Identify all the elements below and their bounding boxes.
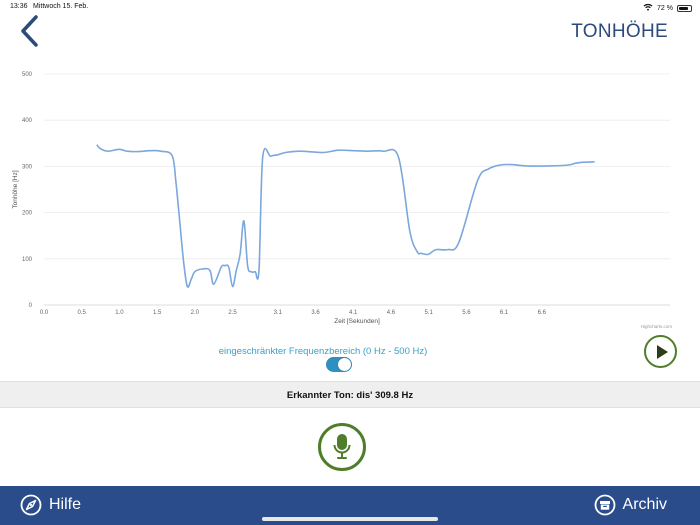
archive-label: Archiv bbox=[622, 496, 667, 513]
help-label: Hilfe bbox=[49, 496, 82, 513]
x-tick-label: 4.1 bbox=[349, 310, 358, 316]
status-date: Mittwoch 15. Feb. bbox=[33, 3, 89, 10]
x-tick-label: 3.1 bbox=[274, 310, 283, 316]
status-bar: 13:36 Mittwoch 15. Feb. 72 % bbox=[0, 0, 700, 14]
y-tick-label: 0 bbox=[29, 303, 33, 309]
battery-label: 72 % bbox=[657, 4, 673, 12]
frequency-range-label: eingeschränkter Frequenzbereich (0 Hz - … bbox=[218, 346, 428, 357]
x-axis-ticks: 0.0 0.5 1.0 1.5 2.0 2.5 3.1 3.6 4.1 4.6 5.1 5.6 6.1 6… bbox=[40, 310, 547, 316]
back-button[interactable] bbox=[16, 14, 46, 50]
record-button[interactable] bbox=[318, 423, 366, 471]
x-tick-label: 1.0 bbox=[115, 310, 124, 316]
x-tick-label: 2.5 bbox=[228, 310, 237, 316]
chart-credits: Highcharts.com bbox=[641, 324, 673, 329]
x-tick-label: 4.6 bbox=[387, 310, 396, 316]
x-tick-label: 0.0 bbox=[40, 310, 49, 316]
play-icon bbox=[657, 345, 668, 359]
chevron-left-icon bbox=[21, 15, 38, 47]
wifi-icon bbox=[643, 3, 653, 13]
status-time: 13:36 bbox=[10, 3, 28, 10]
microphone-icon bbox=[333, 434, 351, 459]
x-tick-label: 0.5 bbox=[78, 310, 87, 316]
archive-button[interactable]: Archiv bbox=[594, 494, 667, 516]
chart-grid bbox=[44, 73, 670, 306]
detected-tone-text: Erkannter Ton: dis' 309.8 Hz bbox=[286, 390, 414, 401]
x-tick-label: 2.0 bbox=[191, 310, 200, 316]
y-tick-label: 400 bbox=[22, 118, 33, 124]
x-tick-label: 5.1 bbox=[424, 310, 433, 316]
y-tick-label: 200 bbox=[22, 211, 33, 217]
x-tick-label: 1.5 bbox=[153, 310, 162, 316]
home-indicator bbox=[262, 517, 438, 521]
archive-icon bbox=[594, 494, 615, 516]
toggle-knob bbox=[338, 358, 351, 371]
status-right: 72 % bbox=[643, 3, 692, 13]
help-button[interactable]: Hilfe bbox=[20, 494, 81, 516]
x-tick-label: 5.6 bbox=[462, 310, 471, 316]
x-tick-label: 3.6 bbox=[311, 310, 320, 316]
y-tick-label: 500 bbox=[22, 72, 33, 78]
detected-tone-bar: Erkannter Ton: dis' 309.8 Hz bbox=[0, 381, 700, 408]
battery-icon bbox=[677, 4, 692, 12]
y-tick-label: 300 bbox=[22, 164, 33, 170]
y-axis-ticks: 0 100 200 300 400 500 bbox=[22, 72, 33, 309]
y-axis-label: Tonhöhe [Hz] bbox=[12, 170, 19, 208]
y-tick-label: 100 bbox=[22, 257, 33, 263]
x-tick-label: 6.6 bbox=[538, 310, 547, 316]
pitch-chart: 0 100 200 300 400 500 0.0 0.5 1.0 1.5 2.0 2.5 3.1 3.… bbox=[12, 72, 673, 329]
x-axis-label: Zeit [Sekunden] bbox=[334, 318, 380, 325]
x-tick-label: 6.1 bbox=[500, 310, 509, 316]
play-button[interactable] bbox=[644, 335, 677, 368]
page-title: TONHÖHE bbox=[571, 21, 668, 42]
compass-icon bbox=[20, 494, 42, 516]
frequency-range-toggle[interactable] bbox=[326, 357, 352, 372]
